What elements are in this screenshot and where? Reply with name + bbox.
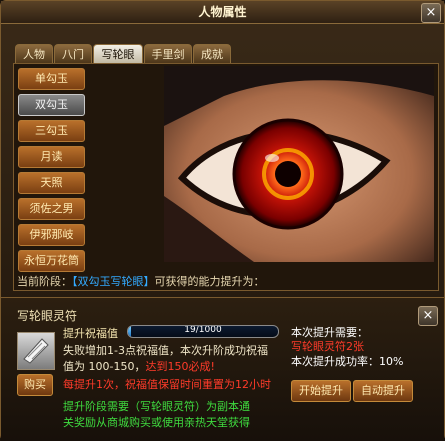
- success-rate-value: 10%: [379, 355, 404, 368]
- tab-character[interactable]: 人物: [15, 44, 53, 64]
- blessing-label: 提升祝福值: [63, 327, 118, 340]
- talisman-icon: [17, 332, 55, 370]
- tab-sharingan[interactable]: 写轮眼: [93, 44, 143, 64]
- sidebar-item-one-tomoe[interactable]: 单勾玉: [18, 68, 85, 90]
- stage-current: 【双勾玉写轮眼】: [72, 275, 155, 288]
- sidebar-item-susanoo[interactable]: 须佐之男: [18, 198, 85, 220]
- sidebar-item-two-tomoe[interactable]: 双勾玉: [18, 94, 85, 116]
- upgrade-tip-line1: 提升阶段需要（写轮眼灵符）为副本通: [63, 400, 250, 413]
- upgrade-close-button[interactable]: ×: [418, 306, 438, 326]
- start-upgrade-button[interactable]: 开始提升: [291, 380, 351, 402]
- upgrade-desc-line2: 值为 100-150，达到150必成!: [63, 358, 215, 374]
- stage-suffix: 可获得的能力提升为：: [154, 275, 265, 288]
- upgrade-panel: 写轮眼灵符 × 购买 提升祝福值 19/1000 失败增加1-3点祝福值，本次升…: [1, 297, 444, 441]
- requirement-item: 写轮眼灵符2张: [291, 340, 364, 353]
- eye-illustration: [164, 66, 434, 262]
- current-stage-line: 当前阶段：【双勾玉写轮眼】可获得的能力提升为：: [17, 273, 265, 289]
- stage-prefix: 当前阶段：: [17, 275, 72, 288]
- sidebar-item-eternal-mangekyo[interactable]: 永恒万花筒: [18, 250, 85, 272]
- tab-achievements[interactable]: 成就: [193, 44, 231, 64]
- blessing-progress-text: 19/1000: [184, 325, 222, 335]
- sharingan-eye-image: [164, 66, 434, 262]
- character-window: 人物属性 × 人物 八门 写轮眼 手里剑 成就 单勾玉 双勾玉 三勾玉 月读 天…: [0, 0, 445, 441]
- sidebar-item-three-tomoe[interactable]: 三勾玉: [18, 120, 85, 142]
- sidebar-item-izanagi[interactable]: 伊邪那岐: [18, 224, 85, 246]
- upgrade-item-name: 写轮眼灵符: [17, 309, 78, 323]
- blessing-progress-bar: 19/1000: [127, 325, 279, 338]
- window-title: 人物属性: [1, 1, 444, 24]
- sidebar-item-amaterasu[interactable]: 天照: [18, 172, 85, 194]
- tab-shuriken[interactable]: 手里剑: [144, 44, 192, 64]
- upgrade-desc-line1: 失败增加1-3点祝福值，本次升阶成功祝福: [63, 344, 268, 357]
- blessing-reset-warning: 每提升1次，祝福值保留时间重置为12小时: [63, 378, 271, 391]
- tab-eight-gates[interactable]: 八门: [54, 44, 92, 64]
- sidebar-item-tsukuyomi[interactable]: 月读: [18, 146, 85, 168]
- success-rate-line: 本次提升成功率：10%: [291, 353, 403, 369]
- upgrade-desc-guarantee: 达到150必成!: [145, 360, 215, 373]
- auto-upgrade-button[interactable]: 自动提升: [353, 380, 413, 402]
- upgrade-desc-line2-text: 值为 100-150，: [63, 360, 146, 373]
- buy-button[interactable]: 购买: [17, 374, 53, 396]
- upgrade-tip-line2: 关奖励从商城购买或使用亲热天堂获得: [63, 416, 250, 429]
- window-close-button[interactable]: ×: [421, 3, 441, 23]
- success-rate-label: 本次提升成功率：: [291, 355, 379, 368]
